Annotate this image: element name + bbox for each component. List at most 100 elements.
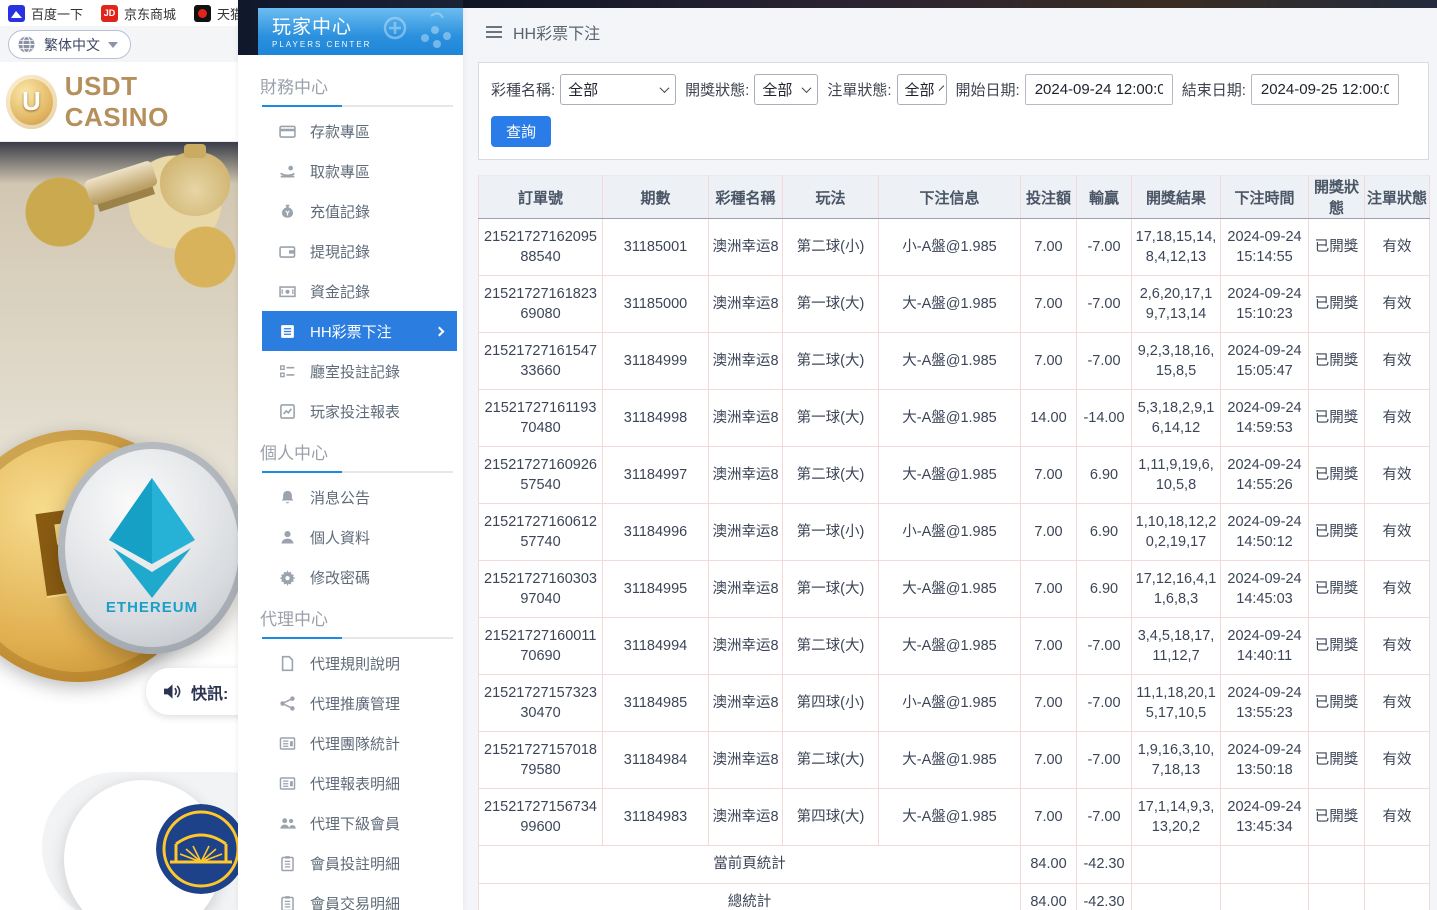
cell-play-type: 第一球(大) xyxy=(783,276,879,333)
sidebar-item-0-7[interactable]: 玩家投注報表 xyxy=(262,391,457,431)
summary-label: 當前頁統計 xyxy=(479,846,1021,884)
cell-draw-status: 已開獎 xyxy=(1309,504,1365,561)
cell-draw-result: 1,11,9,19,6,10,5,8 xyxy=(1132,447,1221,504)
sidebar-item-2-3[interactable]: 代理報表明細 xyxy=(262,763,457,803)
cell-win-loss: -7.00 xyxy=(1077,789,1132,846)
sidebar-item-2-1[interactable]: 代理推廣管理 xyxy=(262,683,457,723)
cell-order-status: 有效 xyxy=(1365,390,1430,447)
chevron-right-icon xyxy=(435,326,445,336)
search-button[interactable]: 查詢 xyxy=(491,116,551,147)
banknote-icon xyxy=(279,283,296,300)
sidebar-item-label: 取款專區 xyxy=(310,161,370,182)
background-site-panel: 百度一下 JD京东商城 天猫 繁体中文 U USDT CASINO B ETHE… xyxy=(0,0,238,910)
language-selector[interactable]: 繁体中文 xyxy=(8,30,131,59)
cell-bet-time: 2024-09-24 15:10:23 xyxy=(1221,276,1309,333)
menu-toggle-icon[interactable] xyxy=(486,26,502,38)
gear-icon xyxy=(279,569,296,586)
bookmark-item[interactable]: JD京东商城 xyxy=(101,4,176,23)
sidebar-item-0-1[interactable]: 取款專區 xyxy=(262,151,457,191)
jd-icon: JD xyxy=(101,5,118,22)
sidebar-item-0-6[interactable]: 廳室投註記錄 xyxy=(262,351,457,391)
table-row: 2152172716119370480 31184998 澳洲幸运8 第一球(大… xyxy=(479,390,1430,447)
cell-order-no: 2152172716030397040 xyxy=(479,561,603,618)
sidebar-item-1-0[interactable]: 消息公告 xyxy=(262,477,457,517)
bets-table: 訂單號期數彩種名稱玩法下注信息投注額輸贏開獎結果下注時間開獎狀態注單狀態 215… xyxy=(478,175,1430,910)
bookmark-item[interactable]: 百度一下 xyxy=(8,4,83,23)
cell-order-status: 有效 xyxy=(1365,276,1430,333)
sidebar-item-label: 代理團隊統計 xyxy=(310,733,400,754)
order-status-filter-label: 注單狀態: xyxy=(827,79,891,100)
money-bag-image xyxy=(160,152,230,216)
column-header: 開獎結果 xyxy=(1132,176,1221,219)
cell-issue: 31184996 xyxy=(603,504,709,561)
cell-bet-info: 大-A盤@1.985 xyxy=(879,333,1021,390)
sidebar-item-1-2[interactable]: 修改密碼 xyxy=(262,557,457,597)
cell-lottery-name: 澳洲幸运8 xyxy=(709,618,783,675)
cell-lottery-name: 澳洲幸运8 xyxy=(709,219,783,276)
cell-order-no: 2152172715732330470 xyxy=(479,675,603,732)
cell-order-no: 2152172716182369080 xyxy=(479,276,603,333)
share-icon xyxy=(279,695,296,712)
cell-bet-info: 大-A盤@1.985 xyxy=(879,390,1021,447)
user-icon xyxy=(279,529,296,546)
cell-draw-result: 2,6,20,17,19,7,13,14 xyxy=(1132,276,1221,333)
cell-issue: 31184998 xyxy=(603,390,709,447)
cell-bet-time: 2024-09-24 13:55:23 xyxy=(1221,675,1309,732)
cell-order-status: 有效 xyxy=(1365,789,1430,846)
cell-bet-amount: 7.00 xyxy=(1021,276,1077,333)
sidebar-item-1-1[interactable]: 個人資料 xyxy=(262,517,457,557)
sidebar-item-2-5[interactable]: 會員投註明細 xyxy=(262,843,457,883)
table-row: 2152172716154733660 31184999 澳洲幸运8 第二球(大… xyxy=(479,333,1430,390)
sidebar-item-2-2[interactable]: 代理團隊統計 xyxy=(262,723,457,763)
cell-issue: 31184983 xyxy=(603,789,709,846)
lottery-select[interactable]: 全部 xyxy=(560,74,676,105)
cell-bet-info: 大-A盤@1.985 xyxy=(879,447,1021,504)
sidebar-item-0-3[interactable]: 提現記錄 xyxy=(262,231,457,271)
summary-win-loss-total: -42.30 xyxy=(1077,846,1132,884)
document-icon xyxy=(279,323,296,340)
sidebar-item-2-4[interactable]: 代理下級會員 xyxy=(262,803,457,843)
cell-win-loss: -7.00 xyxy=(1077,276,1132,333)
sidebar: 玩家中心 PLAYERS CENTER 財務中心 存款專區 取款專區 充值記錄 xyxy=(238,0,463,910)
cell-draw-status: 已開獎 xyxy=(1309,276,1365,333)
hero-photo: B ETHEREUM xyxy=(0,142,238,705)
draw-status-select[interactable]: 全部 xyxy=(754,74,818,105)
cell-lottery-name: 澳洲幸运8 xyxy=(709,504,783,561)
sidebar-menu: 財務中心 存款專區 取款專區 充值記錄 提現記錄 資金記錄 HH彩票下注 廳室投… xyxy=(238,55,463,910)
column-header: 下注時間 xyxy=(1221,176,1309,219)
cell-win-loss: -7.00 xyxy=(1077,618,1132,675)
money-bag-icon xyxy=(279,203,296,220)
start-date-input[interactable] xyxy=(1025,74,1173,105)
gavel-image xyxy=(84,160,159,206)
cell-lottery-name: 澳洲幸运8 xyxy=(709,561,783,618)
sidebar-item-0-0[interactable]: 存款專區 xyxy=(262,111,457,151)
cell-win-loss: -14.00 xyxy=(1077,390,1132,447)
cell-bet-time: 2024-09-24 14:59:53 xyxy=(1221,390,1309,447)
column-header: 玩法 xyxy=(783,176,879,219)
sidebar-item-label: 代理報表明細 xyxy=(310,773,400,794)
cell-draw-result: 1,10,18,12,20,2,19,17 xyxy=(1132,504,1221,561)
cell-order-status: 有效 xyxy=(1365,732,1430,789)
newspaper-icon xyxy=(279,735,296,752)
order-status-select[interactable]: 全部 xyxy=(897,74,947,105)
cell-order-status: 有效 xyxy=(1365,219,1430,276)
baidu-icon xyxy=(8,5,25,22)
sidebar-item-0-4[interactable]: 資金記錄 xyxy=(262,271,457,311)
cell-draw-result: 17,1,14,9,3,13,20,2 xyxy=(1132,789,1221,846)
bookmark-item[interactable]: 天猫 xyxy=(194,4,238,23)
cell-order-status: 有效 xyxy=(1365,333,1430,390)
tmall-icon xyxy=(194,5,211,22)
end-date-input[interactable] xyxy=(1251,74,1399,105)
sidebar-item-0-5[interactable]: HH彩票下注 xyxy=(262,311,457,351)
sidebar-item-label: 廳室投註記錄 xyxy=(310,361,400,382)
bridge-logo-icon[interactable] xyxy=(156,804,238,894)
sidebar-item-2-0[interactable]: 代理規則說明 xyxy=(262,643,457,683)
sidebar-item-0-2[interactable]: 充值記錄 xyxy=(262,191,457,231)
sidebar-item-2-6[interactable]: 會員交易明細 xyxy=(262,883,457,910)
summary-bet-total: 84.00 xyxy=(1021,884,1077,910)
cell-lottery-name: 澳洲幸运8 xyxy=(709,789,783,846)
cell-order-status: 有效 xyxy=(1365,504,1430,561)
sidebar-section-divider xyxy=(262,471,453,473)
sidebar-header-strip: 玩家中心 PLAYERS CENTER xyxy=(238,0,463,55)
brand-name: USDT CASINO xyxy=(65,71,238,133)
